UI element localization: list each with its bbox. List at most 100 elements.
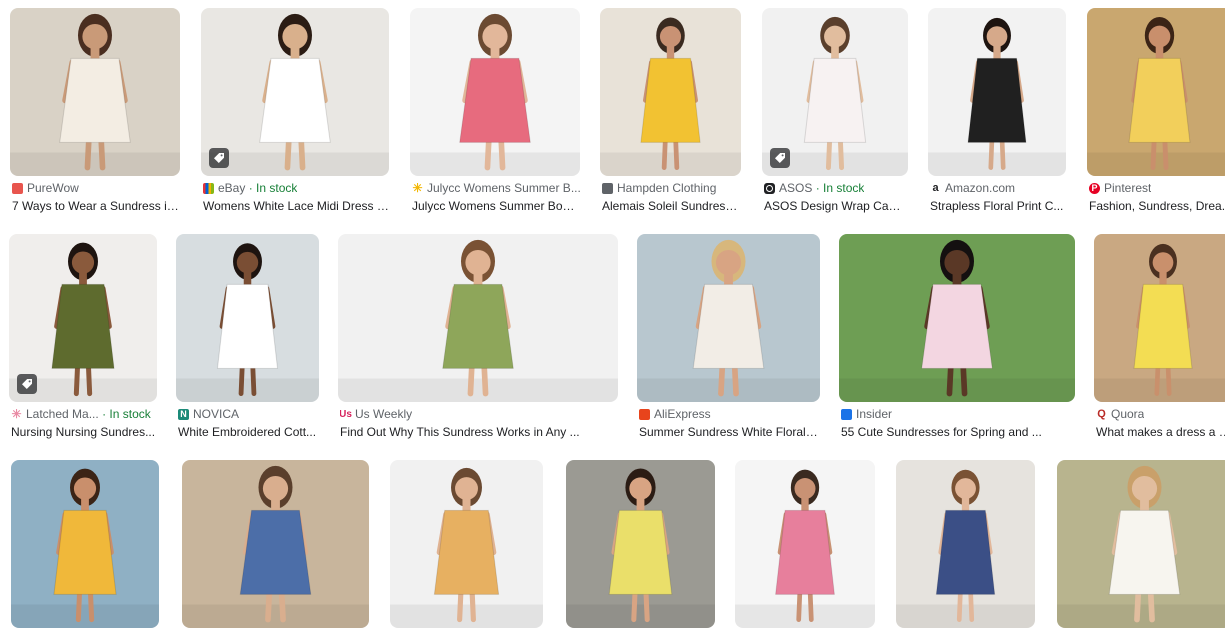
- model-head: [282, 23, 308, 50]
- model-leg-right: [298, 139, 306, 171]
- result-title[interactable]: Womens White Lace Midi Dress V...: [203, 199, 389, 217]
- result-source[interactable]: Us Us Weekly: [340, 406, 412, 422]
- photo-floor: [1087, 152, 1225, 176]
- tile-favicon-icon: [602, 182, 613, 194]
- source-name: PureWow: [27, 181, 79, 195]
- model-leg-left: [457, 591, 464, 623]
- ring-favicon-icon: [764, 182, 775, 194]
- result-title[interactable]: White Embroidered Cott...: [178, 425, 319, 443]
- result-title[interactable]: Alemais Soleil Sundress ...: [602, 199, 741, 217]
- model-leg-right: [88, 591, 95, 623]
- model-leg-left: [825, 139, 832, 171]
- photo-floor: [896, 604, 1035, 628]
- model-leg-left: [265, 591, 273, 623]
- result-source[interactable]: P Pinterest: [1089, 180, 1151, 196]
- p-favicon-icon: P: [1089, 182, 1100, 194]
- result-title[interactable]: 55 Cute Sundresses for Spring and ...: [841, 425, 1075, 443]
- photo-floor: [11, 604, 159, 628]
- result-thumbnail[interactable]: [637, 234, 820, 402]
- result-source[interactable]: N NOVICA: [178, 406, 239, 422]
- result-thumbnail[interactable]: [928, 8, 1066, 176]
- result-thumbnail[interactable]: [390, 460, 543, 628]
- model-leg-left: [946, 365, 954, 397]
- model-head: [986, 26, 1008, 47]
- result-title[interactable]: What makes a dress a s...: [1096, 425, 1225, 443]
- result-thumbnail[interactable]: [762, 8, 908, 176]
- result-title[interactable]: Julycc Womens Summer Bohe...: [412, 199, 580, 217]
- result-title[interactable]: Nursing Nursing Sundres...: [11, 425, 157, 443]
- tile-favicon-icon: [841, 408, 852, 420]
- multicolor-favicon-icon: [203, 182, 214, 194]
- model-leg-left: [718, 365, 726, 397]
- result-thumbnail[interactable]: [1094, 234, 1225, 402]
- model-leg-right: [1165, 366, 1172, 396]
- model-dress: [442, 283, 514, 369]
- model-leg-left: [796, 592, 803, 622]
- model-head: [482, 23, 508, 50]
- model-dress: [433, 509, 500, 595]
- result-source[interactable]: AliExpress: [639, 406, 711, 422]
- result-thumbnail[interactable]: [11, 460, 159, 628]
- result-thumbnail[interactable]: [600, 8, 741, 176]
- result-thumbnail[interactable]: [201, 8, 389, 176]
- result-thumbnail[interactable]: [1057, 460, 1225, 628]
- photo-floor: [1057, 604, 1225, 628]
- result-source[interactable]: eBay · In stock: [203, 180, 297, 196]
- result-title[interactable]: ASOS Design Wrap Cami ...: [764, 199, 908, 217]
- result-thumbnail[interactable]: [566, 460, 715, 628]
- source-name: Insider: [856, 407, 893, 421]
- result-thumbnail[interactable]: [10, 8, 180, 176]
- model-leg-right: [807, 592, 814, 622]
- model-dress: [775, 509, 835, 595]
- result-source[interactable]: PureWow: [12, 180, 79, 196]
- photo-floor: [600, 152, 741, 176]
- model-dress: [239, 509, 312, 595]
- result-thumbnail[interactable]: [182, 460, 369, 628]
- result-thumbnail[interactable]: [176, 234, 319, 402]
- model-dress: [692, 283, 765, 369]
- result-thumbnail[interactable]: [410, 8, 580, 176]
- model-head: [465, 249, 491, 276]
- source-name: ASOS: [779, 181, 813, 195]
- result-thumbnail[interactable]: [896, 460, 1035, 628]
- model-leg-right: [469, 591, 476, 623]
- result-thumbnail[interactable]: [9, 234, 157, 402]
- result-source[interactable]: Q Quora: [1096, 406, 1144, 422]
- model-leg-right: [498, 139, 506, 171]
- model-leg-left: [1150, 139, 1157, 171]
- result-thumbnail[interactable]: [735, 460, 875, 628]
- result-source[interactable]: ASOS · In stock: [764, 180, 864, 196]
- model-leg-left: [631, 591, 638, 623]
- result-title[interactable]: Summer Sundress White Floral E...: [639, 425, 820, 443]
- photo-floor: [338, 378, 618, 402]
- result-title[interactable]: 7 Ways to Wear a Sundress in ...: [12, 199, 180, 217]
- model-leg-right: [999, 140, 1006, 170]
- model-head: [236, 251, 259, 274]
- result-title[interactable]: Fashion, Sundress, Drea...: [1089, 199, 1225, 217]
- result-source[interactable]: Insider: [841, 406, 892, 422]
- amazon-favicon-icon: a: [932, 182, 939, 194]
- result-source[interactable]: a Amazon.com: [930, 180, 1015, 196]
- result-thumbnail[interactable]: [338, 234, 618, 402]
- model-head: [73, 477, 97, 500]
- model-leg-right: [838, 139, 845, 171]
- model-leg-left: [1154, 366, 1161, 396]
- result-source[interactable]: Hampden Clothing: [602, 180, 716, 196]
- photo-floor: [176, 378, 319, 402]
- photo-floor: [410, 152, 580, 176]
- result-thumbnail[interactable]: [839, 234, 1075, 402]
- price-tag-icon: [17, 374, 37, 394]
- photo-floor: [182, 604, 369, 628]
- model-dress: [1108, 509, 1181, 595]
- photo-floor: [735, 604, 875, 628]
- result-title[interactable]: Find Out Why This Sundress Works in Any …: [340, 425, 618, 443]
- result-title[interactable]: Strapless Floral Print C...: [930, 199, 1066, 217]
- photo-floor: [390, 604, 543, 628]
- result-source[interactable]: ✳ Julycc Womens Summer B...: [412, 180, 580, 196]
- model-leg-right: [1162, 139, 1169, 171]
- model-head: [955, 478, 976, 499]
- model-head: [824, 25, 846, 48]
- photo-floor: [928, 152, 1066, 176]
- result-thumbnail[interactable]: [1087, 8, 1225, 176]
- result-source[interactable]: ✳ Latched Ma... · In stock: [11, 406, 150, 422]
